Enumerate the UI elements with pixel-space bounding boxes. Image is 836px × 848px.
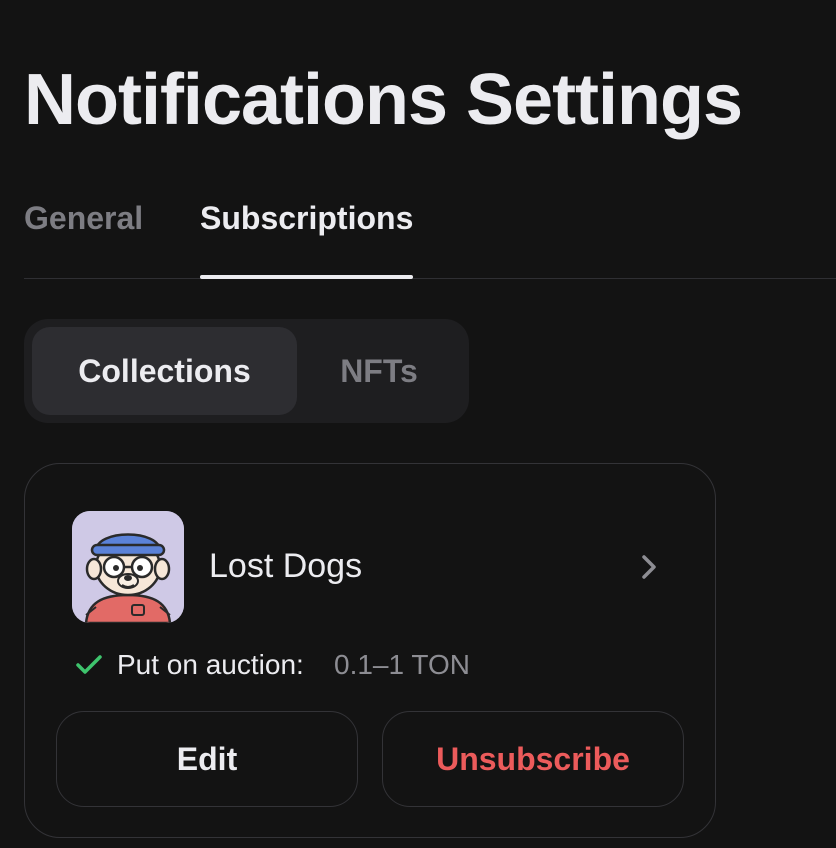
segment-nfts[interactable]: NFTs: [297, 327, 461, 415]
lost-dog-avatar-icon: [72, 511, 184, 623]
notifications-settings-page: Notifications Settings General Subscript…: [0, 0, 836, 848]
collection-row[interactable]: Lost Dogs: [72, 511, 662, 623]
collection-name: Lost Dogs: [209, 547, 363, 585]
rule-label: Put on auction:: [117, 649, 304, 680]
chevron-right-icon: [642, 555, 656, 579]
edit-button[interactable]: Edit: [56, 711, 358, 807]
tab-bar: General Subscriptions: [24, 190, 836, 279]
segment-collections[interactable]: Collections: [32, 327, 297, 415]
unsubscribe-button[interactable]: Unsubscribe: [382, 711, 684, 807]
rule-value: 0.1–1 TON: [334, 649, 470, 680]
tab-general[interactable]: General: [24, 190, 143, 278]
check-icon: [76, 655, 102, 674]
subscription-card: Lost Dogs Put on auction: 0.1–1 TON Edit…: [24, 463, 716, 838]
tab-subscriptions[interactable]: Subscriptions: [200, 190, 414, 279]
segmented-control: Collections NFTs: [24, 319, 469, 423]
page-title: Notifications Settings: [24, 60, 743, 140]
